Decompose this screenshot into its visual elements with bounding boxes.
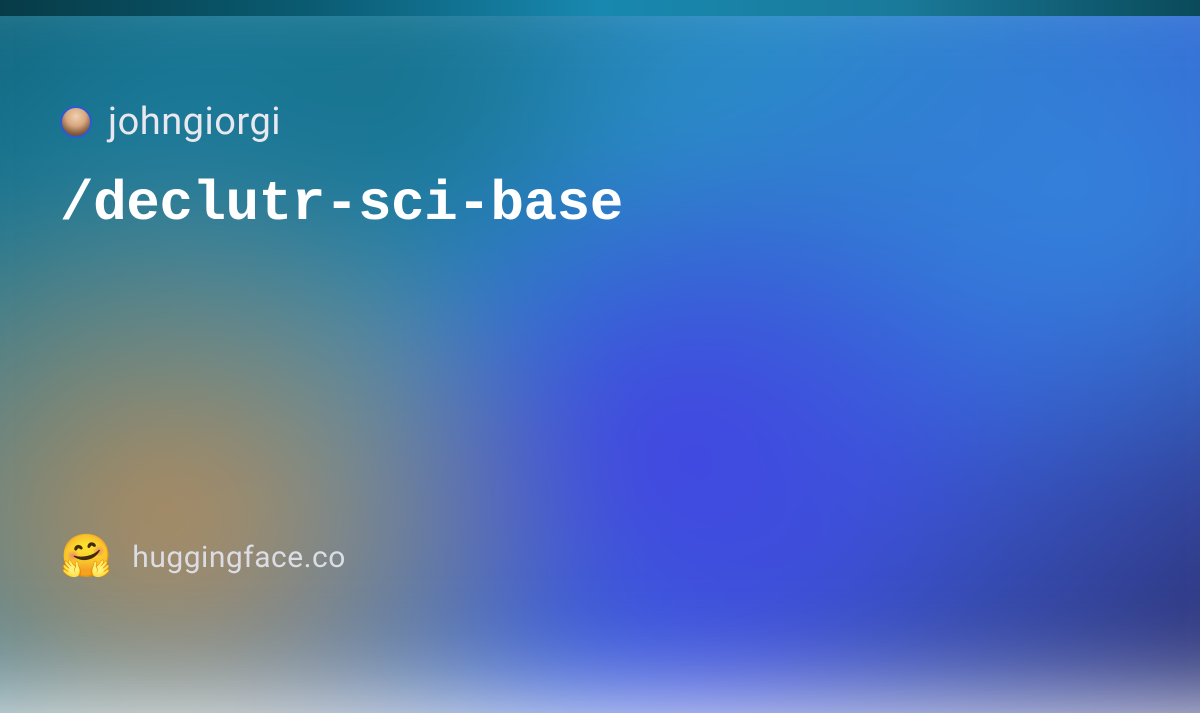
avatar bbox=[60, 106, 92, 138]
model-path-text: /declutr-sci-base bbox=[60, 172, 1140, 236]
username-row: johngiorgi bbox=[60, 100, 1140, 144]
domain-text: huggingface.co bbox=[132, 540, 346, 575]
huggingface-logo-icon: 🤗 bbox=[60, 536, 112, 578]
top-accent-bar bbox=[0, 0, 1200, 16]
username-text: johngiorgi bbox=[108, 100, 281, 144]
card-content: johngiorgi /declutr-sci-base 🤗 huggingfa… bbox=[0, 0, 1200, 648]
footer: 🤗 huggingface.co bbox=[60, 536, 1140, 588]
